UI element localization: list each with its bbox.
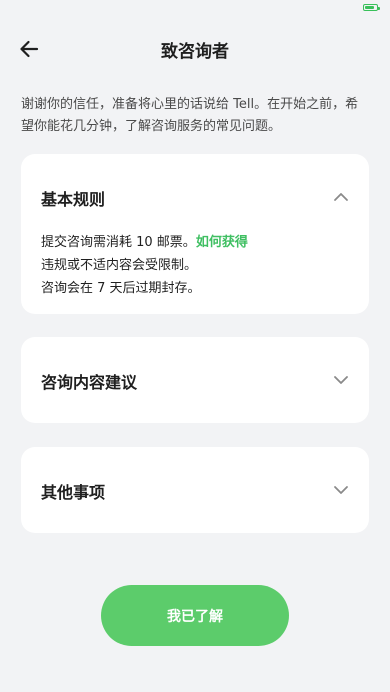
section-header-basic-rules[interactable]: 基本规则 bbox=[21, 154, 369, 240]
rule-item: 提交咨询需消耗 10 邮票。如何获得 bbox=[41, 231, 353, 254]
section-card-other-matters: 其他事项 bbox=[21, 447, 369, 533]
how-to-get-link[interactable]: 如何获得 bbox=[196, 235, 248, 250]
intro-text: 谢谢你的信任，准备将心里的话说给 Tell。在开始之前，希望你能花几分钟，了解咨… bbox=[21, 97, 359, 134]
rule-text: 违规或不适内容会受限制。 bbox=[41, 258, 198, 273]
section-header-content-suggestions[interactable]: 咨询内容建议 bbox=[21, 337, 369, 423]
rule-item: 违规或不适内容会受限制。 bbox=[41, 254, 353, 277]
status-bar bbox=[0, 0, 390, 14]
rule-text: 咨询会在 7 天后过期封存。 bbox=[41, 281, 201, 296]
chevron-down-icon bbox=[334, 376, 348, 384]
navigation-bar: 致咨询者 bbox=[0, 28, 390, 68]
chevron-down-icon bbox=[334, 486, 348, 494]
page-title: 致咨询者 bbox=[161, 42, 229, 62]
rules-list: 提交咨询需消耗 10 邮票。如何获得 违规或不适内容会受限制。 咨询会在 7 天… bbox=[41, 231, 353, 300]
rule-text: 提交咨询需消耗 10 邮票。 bbox=[41, 235, 196, 250]
section-header-other-matters[interactable]: 其他事项 bbox=[21, 447, 369, 533]
section-title: 咨询内容建议 bbox=[41, 373, 138, 392]
section-card-basic-rules: 基本规则 提交咨询需消耗 10 邮票。如何获得 违规或不适内容会受限制。 咨询会… bbox=[21, 154, 369, 314]
section-title: 基本规则 bbox=[41, 190, 106, 209]
battery-icon bbox=[363, 4, 380, 11]
rule-item: 咨询会在 7 天后过期封存。 bbox=[41, 277, 353, 300]
section-card-content-suggestions: 咨询内容建议 bbox=[21, 337, 369, 423]
understood-button[interactable]: 我已了解 bbox=[101, 585, 289, 646]
chevron-up-icon bbox=[334, 193, 348, 201]
section-title: 其他事项 bbox=[41, 483, 106, 502]
